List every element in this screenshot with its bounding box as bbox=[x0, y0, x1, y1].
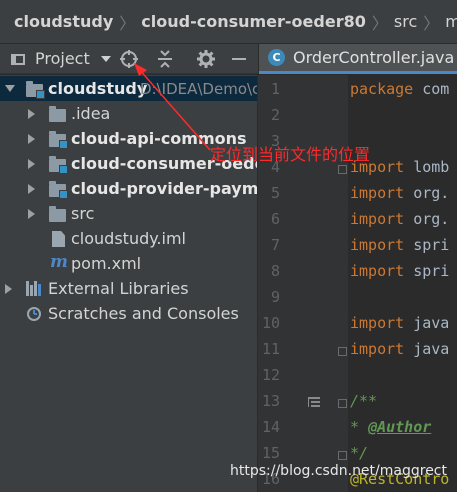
code-line-10: import java bbox=[350, 314, 450, 332]
module-folder-icon bbox=[49, 156, 68, 174]
breadcrumb-item-module[interactable]: cloud-consumer-oeder80 bbox=[141, 12, 366, 31]
line-number: 12 bbox=[261, 366, 280, 384]
breadcrumb: cloudstudy 〉 cloud-consumer-oeder80 〉 sr… bbox=[0, 0, 457, 44]
chevron-down-icon[interactable] bbox=[100, 55, 111, 62]
tab-label: OrderController.java bbox=[293, 48, 455, 67]
line-number: 10 bbox=[261, 314, 280, 332]
code-editor[interactable]: package com import lomb import org. impo… bbox=[348, 75, 457, 492]
expand-arrow-icon[interactable] bbox=[5, 85, 15, 92]
tree-item-label: .idea bbox=[71, 104, 111, 123]
line-number: 8 bbox=[270, 262, 280, 280]
scratches-icon bbox=[27, 307, 41, 321]
tree-item-root[interactable]: cloudstudy D:\IDEA\Demo\c bbox=[0, 76, 258, 101]
code-line-5: import org. bbox=[350, 184, 450, 202]
tree-item-idea[interactable]: .idea bbox=[0, 101, 257, 126]
project-view-icon bbox=[10, 51, 28, 67]
breadcrumb-item-src[interactable]: src bbox=[394, 12, 417, 31]
code-line-11: import java bbox=[350, 340, 450, 358]
tree-item-label: cloudstudy.iml bbox=[71, 229, 186, 248]
tree-item-path: D:\IDEA\Demo\c bbox=[140, 80, 258, 98]
tree-item-pom-xml[interactable]: m pom.xml bbox=[0, 251, 257, 276]
fold-marker-icon[interactable] bbox=[338, 451, 347, 460]
breadcrumb-separator: 〉 bbox=[119, 13, 136, 33]
expand-arrow-icon[interactable] bbox=[28, 209, 35, 219]
fold-marker-icon[interactable] bbox=[338, 399, 347, 408]
gear-icon bbox=[197, 50, 215, 68]
project-view-label[interactable]: Project bbox=[35, 49, 90, 68]
collapse-all-button[interactable] bbox=[154, 48, 176, 70]
maven-icon: m bbox=[50, 252, 68, 272]
collapse-all-icon bbox=[158, 50, 172, 68]
editor-tab-strip: C OrderController.java bbox=[258, 44, 457, 74]
breadcrumb-item-project[interactable]: cloudstudy bbox=[14, 12, 113, 31]
project-tree: cloudstudy D:\IDEA\Demo\c .idea cloud-ap… bbox=[0, 75, 258, 492]
module-folder-icon bbox=[49, 131, 68, 149]
expand-arrow-icon[interactable] bbox=[5, 284, 12, 294]
minimize-icon bbox=[232, 58, 246, 60]
folder-icon bbox=[49, 106, 66, 122]
module-folder-icon bbox=[49, 181, 68, 199]
tree-item-src[interactable]: src bbox=[0, 201, 257, 226]
line-number: 11 bbox=[261, 340, 280, 358]
breadcrumb-separator: 〉 bbox=[423, 13, 440, 33]
tree-item-label: Scratches and Consoles bbox=[48, 304, 239, 323]
fold-marker-icon[interactable] bbox=[338, 347, 347, 356]
settings-button[interactable] bbox=[195, 48, 217, 70]
breadcrumb-item-main[interactable]: main bbox=[445, 12, 457, 31]
fold-marker-icon[interactable] bbox=[338, 165, 347, 174]
editor-gutter: 1 2 3 4 5 6 7 8 9 10 11 12 13 14 15 16 bbox=[258, 75, 348, 492]
java-class-icon: C bbox=[268, 49, 285, 66]
line-number: 13 bbox=[261, 392, 280, 410]
locate-file-icon bbox=[120, 50, 138, 68]
line-number: 15 bbox=[261, 444, 280, 462]
project-toolbar: Project bbox=[0, 44, 258, 74]
locate-file-button[interactable] bbox=[118, 48, 140, 70]
code-line-6: import org. bbox=[350, 210, 450, 228]
line-number: 2 bbox=[270, 106, 280, 124]
line-number: 6 bbox=[270, 210, 280, 228]
expand-arrow-icon[interactable] bbox=[28, 134, 35, 144]
code-line-1: package com bbox=[350, 80, 450, 98]
tree-item-label: src bbox=[71, 204, 95, 223]
tree-item-label: External Libraries bbox=[48, 279, 189, 298]
tree-item-cloud-provider-payment[interactable]: cloud-provider-payment bbox=[0, 176, 258, 201]
library-icon bbox=[26, 281, 42, 296]
code-line-8: import spri bbox=[350, 262, 450, 280]
watermark: https://blog.csdn.net/maggrect bbox=[230, 463, 447, 479]
code-line-7: import spri bbox=[350, 236, 450, 254]
minimize-button[interactable] bbox=[228, 48, 250, 70]
folder-icon bbox=[49, 206, 66, 222]
tree-item-scratches[interactable]: Scratches and Consoles bbox=[0, 301, 257, 326]
tree-item-label: cloud-provider-payment bbox=[71, 179, 258, 198]
expand-arrow-icon[interactable] bbox=[28, 159, 35, 169]
line-number: 7 bbox=[270, 236, 280, 254]
tree-item-label: pom.xml bbox=[71, 254, 142, 273]
code-line-13: /** bbox=[350, 392, 378, 410]
line-number: 14 bbox=[261, 418, 280, 436]
module-folder-icon bbox=[26, 81, 45, 99]
tree-item-label: cloudstudy bbox=[48, 79, 148, 98]
line-number: 9 bbox=[270, 288, 280, 306]
annotation-note: 定位到当前文件的位置 bbox=[210, 145, 371, 164]
breadcrumb-separator: 〉 bbox=[371, 13, 388, 33]
code-line-15: */ bbox=[350, 444, 369, 462]
tree-item-external-libraries[interactable]: External Libraries bbox=[0, 276, 257, 301]
expand-arrow-icon[interactable] bbox=[28, 109, 35, 119]
line-number: 5 bbox=[270, 184, 280, 202]
rendered-doc-icon[interactable] bbox=[308, 397, 320, 407]
module-file-icon bbox=[52, 231, 65, 247]
tree-item-cloudstudy-iml[interactable]: cloudstudy.iml bbox=[0, 226, 257, 251]
tab-order-controller[interactable]: C OrderController.java bbox=[259, 44, 457, 74]
line-number: 1 bbox=[270, 80, 280, 98]
code-line-14: * @Author bbox=[350, 418, 432, 436]
expand-arrow-icon[interactable] bbox=[28, 184, 35, 194]
